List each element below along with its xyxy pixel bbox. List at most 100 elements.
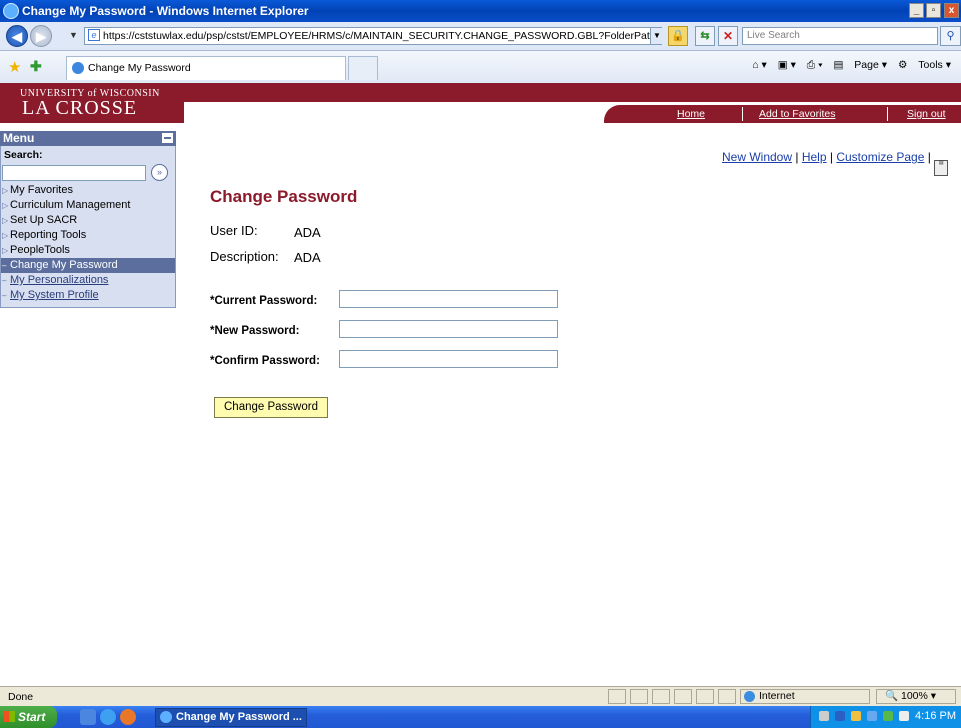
page-title: Change Password xyxy=(210,187,358,206)
banner: UNIVERSITY of WISCONSIN LA CROSSE Home A… xyxy=(0,83,961,123)
status-cell xyxy=(674,689,692,704)
start-button[interactable]: Start xyxy=(0,706,57,728)
network-icon[interactable] xyxy=(835,711,845,721)
expand-triangle-icon: ▷ xyxy=(2,186,9,195)
window-title: Change My Password - Windows Internet Ex… xyxy=(22,4,309,18)
userid-value: ADA xyxy=(294,225,321,240)
menu-header: Menu xyxy=(0,131,176,146)
collapse-icon[interactable] xyxy=(162,133,173,143)
status-cell xyxy=(652,689,670,704)
add-to-favorites-link[interactable]: Add to Favorites xyxy=(759,108,835,120)
screen: Change My Password - Windows Internet Ex… xyxy=(0,0,961,728)
stop-button[interactable]: ✕ xyxy=(718,26,738,46)
menu-search-input[interactable] xyxy=(2,165,146,181)
quicklaunch-firefox-icon[interactable] xyxy=(120,709,136,725)
add-favorite-icon[interactable]: ✚ xyxy=(30,58,42,75)
tab-bar: ★ ✚ Change My Password ⌂ ▾ ▣ ▾ ⎙ ▾ ▤ Pag… xyxy=(0,51,961,84)
close-button[interactable]: x xyxy=(944,3,959,18)
nav-separator xyxy=(887,107,888,121)
address-input[interactable]: e https://cststuwlax.edu/psp/cstst/EMPLOY… xyxy=(84,27,662,45)
page-icon: e xyxy=(88,29,100,41)
http-help-icon[interactable]: ▤ xyxy=(934,160,949,176)
ie-page-icon xyxy=(72,62,84,75)
description-value: ADA xyxy=(294,250,321,265)
taskbar-ie-window[interactable]: Change My Password ... xyxy=(155,708,307,727)
header-nav: Home Add to Favorites Sign out xyxy=(604,105,961,123)
lock-icon[interactable]: 🔒 xyxy=(668,26,688,46)
home-icon[interactable]: ⌂ ▾ xyxy=(752,59,767,71)
tray-app-icon[interactable] xyxy=(867,711,877,721)
current-password-field[interactable] xyxy=(339,290,558,308)
page-toolbar-links: New Window | Help | Customize Page | ▤ xyxy=(722,150,949,176)
status-cell xyxy=(608,689,626,704)
menu-item-change-my-password[interactable]: – Change My Password xyxy=(1,258,175,273)
clock[interactable]: 4:16 PM xyxy=(915,710,956,722)
print-icon[interactable]: ⎙ ▾ xyxy=(807,59,823,71)
back-button[interactable]: ◀ xyxy=(6,25,28,47)
customize-page-link[interactable]: Customize Page xyxy=(836,150,924,164)
sign-out-link[interactable]: Sign out xyxy=(907,108,946,120)
maximize-button[interactable]: ▫ xyxy=(926,3,941,18)
feeds-icon[interactable]: ▣ ▾ xyxy=(778,59,796,71)
volume-icon[interactable] xyxy=(819,711,829,721)
confirm-password-label: *Confirm Password: xyxy=(210,355,320,367)
tab-change-my-password[interactable]: Change My Password xyxy=(66,56,346,80)
forward-button[interactable]: ▶ xyxy=(30,25,52,47)
menu-search-label: Search: xyxy=(4,149,43,161)
help-link[interactable]: Help xyxy=(802,150,827,164)
page-menu[interactable]: ▤ Page ▾ xyxy=(833,59,887,71)
url-text: https://cststuwlax.edu/psp/cstst/EMPLOYE… xyxy=(103,30,662,42)
address-toolbar: ◀ ▶ ▼ e https://cststuwlax.edu/psp/cstst/… xyxy=(0,22,961,51)
expand-triangle-icon: ▷ xyxy=(2,231,9,240)
tray-app-icon[interactable] xyxy=(899,711,909,721)
menu-item-set-up-sacr[interactable]: ▷ Set Up SACR xyxy=(1,213,175,228)
new-password-label: *New Password: xyxy=(210,325,300,337)
current-password-label: *Current Password: xyxy=(210,295,318,307)
menu-item-my-favorites[interactable]: ▷ My Favorites xyxy=(1,183,175,198)
windows-taskbar: Start Change My Password ... 4:16 PM xyxy=(0,706,961,728)
confirm-password-field[interactable] xyxy=(339,350,558,368)
menu-item-peopletools[interactable]: ▷ PeopleTools xyxy=(1,243,175,258)
address-dropdown-icon[interactable]: ▼ xyxy=(650,28,663,44)
menu-item-my-system-profile[interactable]: – My System Profile xyxy=(1,288,175,303)
live-search-input[interactable]: Live Search xyxy=(742,27,938,45)
university-logo[interactable]: UNIVERSITY of WISCONSIN LA CROSSE xyxy=(0,83,184,123)
favorites-star-icon[interactable]: ★ xyxy=(8,58,21,76)
status-bar: Done Internet 🔍 100% ▾ xyxy=(0,686,961,707)
window-titlebar[interactable]: Change My Password - Windows Internet Ex… xyxy=(0,0,961,22)
status-text: Done xyxy=(8,691,34,703)
security-zone[interactable]: Internet xyxy=(740,689,870,704)
menu-body: Search: » ▷ My Favorites ▷ Curriculum Mana… xyxy=(0,146,176,308)
minimize-button[interactable]: _ xyxy=(909,3,924,18)
expand-triangle-icon: ▷ xyxy=(2,201,9,210)
menu-pagelet: Menu Search: » ▷ My Favorites ▷ Curriculum… xyxy=(0,131,176,308)
windows-logo-icon xyxy=(4,711,15,722)
menu-item-reporting-tools[interactable]: ▷ Reporting Tools xyxy=(1,228,175,243)
quicklaunch-ie-icon[interactable] xyxy=(100,709,116,725)
system-tray: 4:16 PM xyxy=(810,706,961,728)
ie-icon xyxy=(160,711,172,723)
new-tab-button[interactable] xyxy=(348,56,378,80)
globe-icon xyxy=(744,691,755,702)
zoom-level[interactable]: 🔍 100% ▾ xyxy=(876,689,956,704)
recent-pages-dropdown-icon[interactable]: ▼ xyxy=(69,30,78,40)
status-cell xyxy=(696,689,714,704)
tray-app-icon[interactable] xyxy=(883,711,893,721)
new-window-link[interactable]: New Window xyxy=(722,150,792,164)
tray-app-icon[interactable] xyxy=(851,711,861,721)
new-password-field[interactable] xyxy=(339,320,558,338)
tools-menu[interactable]: ⚙ Tools ▾ xyxy=(898,59,951,71)
banner-bar xyxy=(184,83,961,102)
description-label: Description: xyxy=(210,249,279,264)
home-link[interactable]: Home xyxy=(677,108,705,120)
quicklaunch-desktop-icon[interactable] xyxy=(80,709,96,725)
page-content: UNIVERSITY of WISCONSIN LA CROSSE Home A… xyxy=(0,83,961,686)
tab-label: Change My Password xyxy=(88,62,191,74)
change-password-button[interactable]: Change Password xyxy=(214,397,328,418)
refresh-button[interactable]: ⇆ xyxy=(695,26,715,46)
search-icon[interactable]: ⚲ xyxy=(940,26,961,46)
ie-icon xyxy=(3,3,19,19)
menu-item-my-personalizations[interactable]: – My Personalizations xyxy=(1,273,175,288)
search-go-icon[interactable]: » xyxy=(151,164,168,181)
menu-item-curriculum-management[interactable]: ▷ Curriculum Management xyxy=(1,198,175,213)
